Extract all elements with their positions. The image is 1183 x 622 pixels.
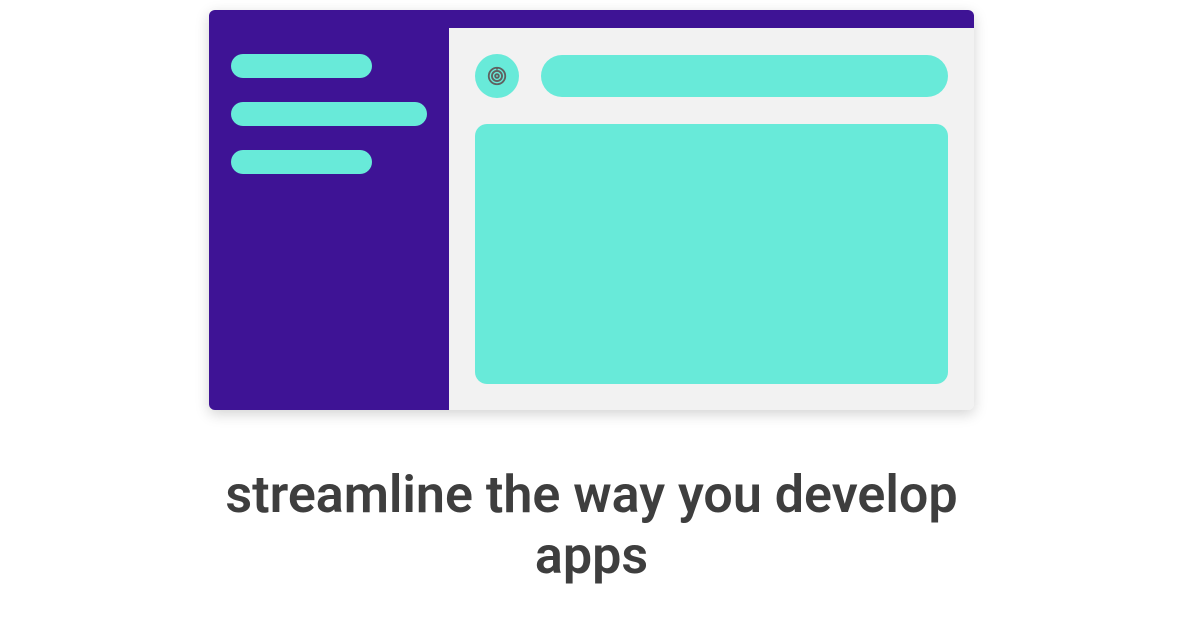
sidebar — [209, 28, 449, 410]
content-area — [449, 28, 974, 410]
app-illustration-card — [209, 10, 974, 410]
content-panel — [475, 124, 948, 384]
sidebar-item — [231, 102, 427, 126]
page-caption: streamline the way you develop apps — [192, 464, 992, 587]
content-header — [475, 54, 948, 98]
sidebar-item — [231, 150, 372, 174]
content-title-bar — [541, 55, 948, 97]
sidebar-item — [231, 54, 372, 78]
app-body — [209, 28, 974, 410]
window-titlebar — [209, 10, 974, 28]
fingerprint-icon — [475, 54, 519, 98]
